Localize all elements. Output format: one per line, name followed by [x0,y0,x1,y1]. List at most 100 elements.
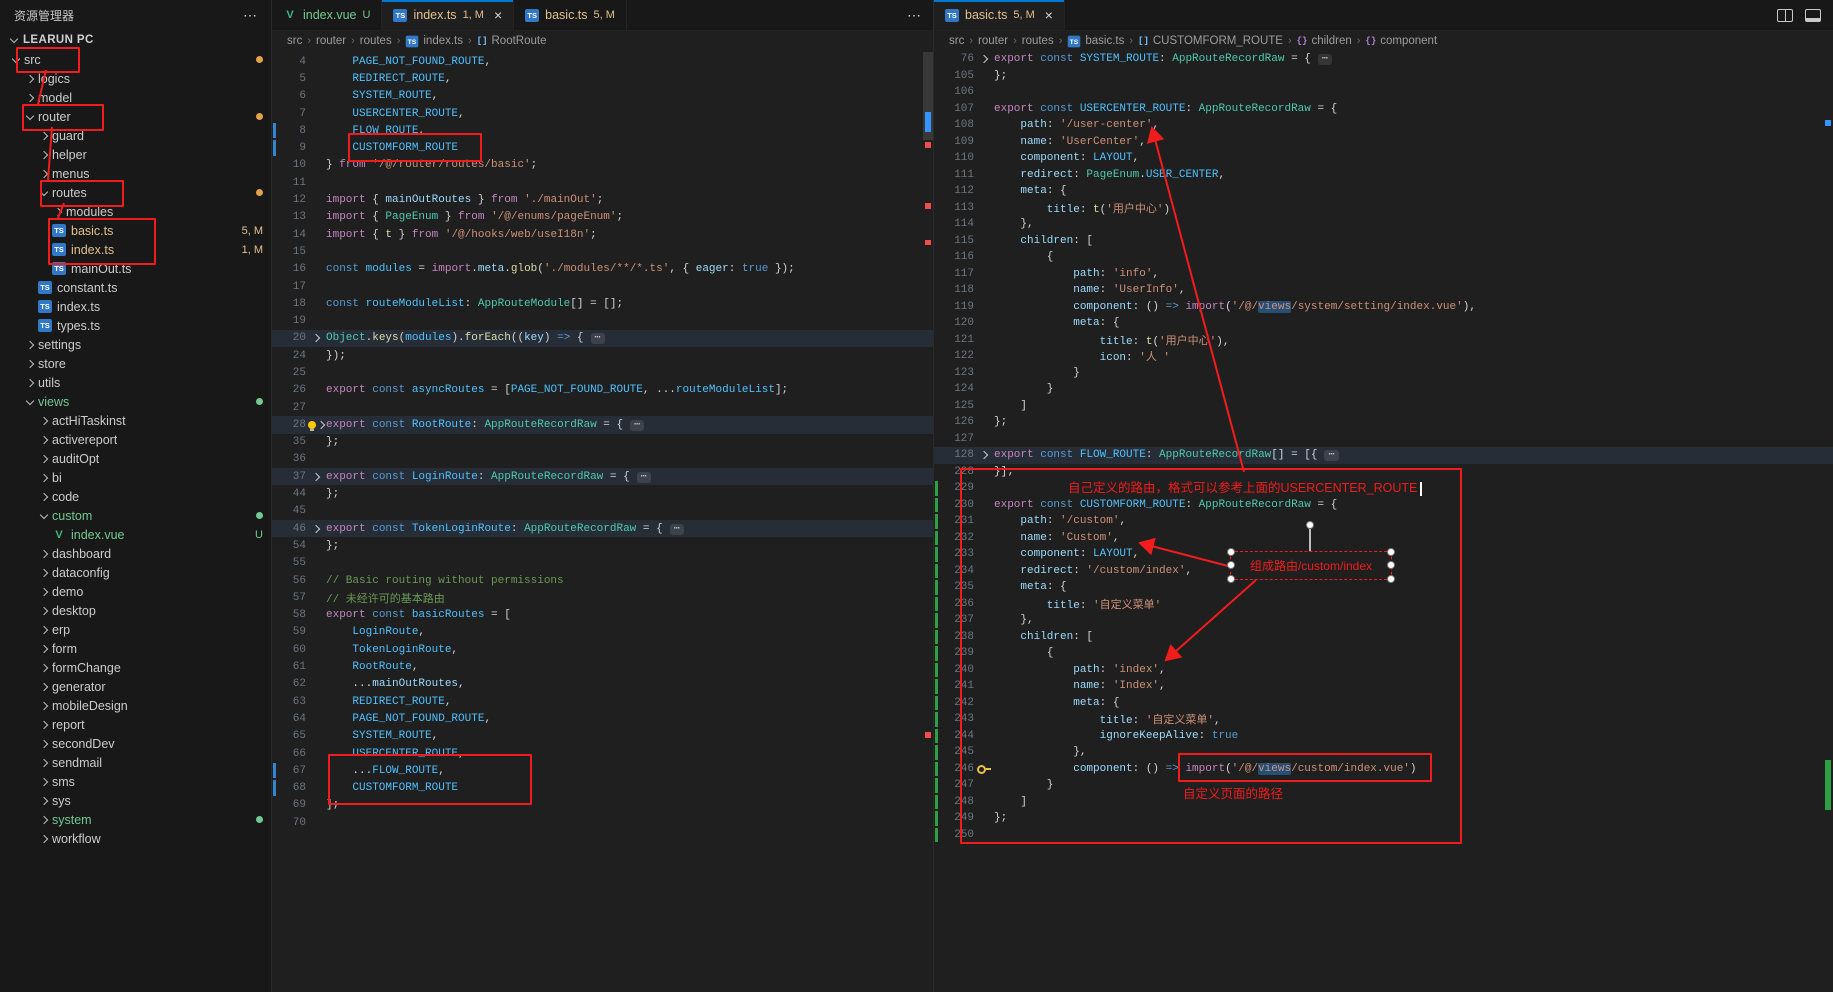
tree-item-dataconfig[interactable]: dataconfig [0,563,271,582]
code-line-45[interactable]: 45 [272,503,933,520]
code-line-124[interactable]: 124 } [934,381,1833,398]
code-line-118[interactable]: 118 name: 'UserInfo', [934,282,1833,299]
tree-item-formChange[interactable]: formChange [0,658,271,677]
breadcrumb-item-router[interactable]: router [978,35,1008,47]
code-line-46[interactable]: 46export const TokenLoginRoute: AppRoute… [272,520,933,537]
tree-item-views[interactable]: views [0,392,271,411]
code-line-65[interactable]: 65 SYSTEM_ROUTE, [272,728,933,745]
code-editor[interactable]: 4 PAGE_NOT_FOUND_ROUTE,5 REDIRECT_ROUTE,… [272,51,933,992]
code-line-20[interactable]: 20Object.keys(modules).forEach((key) => … [272,330,933,347]
folded-code-ellipsis[interactable]: ⋯ [591,333,605,344]
code-line-120[interactable]: 120 meta: { [934,315,1833,332]
fold-chevron-icon[interactable] [312,473,320,481]
tree-item-bi[interactable]: bi [0,468,271,487]
code-line-36[interactable]: 36 [272,451,933,468]
more-actions-icon[interactable]: ⋯ [243,7,257,24]
tree-item-settings[interactable]: settings [0,335,271,354]
folded-code-ellipsis[interactable]: ⋯ [1324,450,1338,461]
tree-item-code[interactable]: code [0,487,271,506]
folded-code-ellipsis[interactable]: ⋯ [1318,54,1332,65]
tree-item-activereport[interactable]: activereport [0,430,271,449]
close-icon[interactable]: × [1045,8,1053,22]
code-line-123[interactable]: 123 } [934,365,1833,382]
tree-item-logics[interactable]: logics [0,69,271,88]
code-line-70[interactable]: 70 [272,814,933,831]
code-line-126[interactable]: 126}; [934,414,1833,431]
fold-chevron-icon[interactable] [980,55,988,63]
code-line-247[interactable]: 247 } [934,777,1833,794]
fold-chevron-icon[interactable] [980,451,988,459]
code-line-6[interactable]: 6 SYSTEM_ROUTE, [272,88,933,105]
code-line-27[interactable]: 27 [272,399,933,416]
code-editor[interactable]: 76export const SYSTEM_ROUTE: AppRouteRec… [934,51,1833,992]
fold-chevron-icon[interactable] [317,421,325,429]
code-line-37[interactable]: 37export const LoginRoute: AppRouteRecor… [272,468,933,485]
tree-item-form[interactable]: form [0,639,271,658]
fold-chevron-icon[interactable] [312,334,320,342]
code-line-69[interactable]: 69]; [272,797,933,814]
key-icon[interactable] [977,764,991,773]
code-line-230[interactable]: 230export const CUSTOMFORM_ROUTE: AppRou… [934,497,1833,514]
code-line-232[interactable]: 232 name: 'Custom', [934,530,1833,547]
code-line-59[interactable]: 59 LoginRoute, [272,624,933,641]
code-line-11[interactable]: 11 [272,174,933,191]
code-line-14[interactable]: 14import { t } from '/@/hooks/web/useI18… [272,226,933,243]
code-line-233[interactable]: 233 component: LAYOUT, [934,546,1833,563]
tab-basic.ts[interactable]: TSbasic.ts5, M× [934,0,1065,30]
lightbulb-icon[interactable] [308,421,316,429]
tree-item-src[interactable]: src [0,50,271,69]
code-line-121[interactable]: 121 title: t('用户中心'), [934,332,1833,349]
code-line-35[interactable]: 35}; [272,434,933,451]
tree-item-desktop[interactable]: desktop [0,601,271,620]
tree-item-types.ts[interactable]: TStypes.ts [0,316,271,335]
tree-item-guard[interactable]: guard [0,126,271,145]
code-line-111[interactable]: 111 redirect: PageEnum.USER_CENTER, [934,167,1833,184]
code-line-76[interactable]: 76export const SYSTEM_ROUTE: AppRouteRec… [934,51,1833,68]
code-line-117[interactable]: 117 path: 'info', [934,266,1833,283]
code-line-44[interactable]: 44}; [272,485,933,502]
tree-item-generator[interactable]: generator [0,677,271,696]
tree-item-report[interactable]: report [0,715,271,734]
code-line-18[interactable]: 18const routeModuleList: AppRouteModule[… [272,295,933,312]
code-line-234[interactable]: 234 redirect: '/custom/index', [934,563,1833,580]
code-line-122[interactable]: 122 icon: '人 ' [934,348,1833,365]
tree-item-actHiTaskinst[interactable]: actHiTaskinst [0,411,271,430]
code-line-58[interactable]: 58export const basicRoutes = [ [272,607,933,624]
code-line-127[interactable]: 127 [934,431,1833,448]
code-line-115[interactable]: 115 children: [ [934,233,1833,250]
code-line-249[interactable]: 249}; [934,810,1833,827]
code-line-113[interactable]: 113 title: t('用户中心') [934,200,1833,217]
code-line-106[interactable]: 106 [934,84,1833,101]
code-line-16[interactable]: 16const modules = import.meta.glob('./mo… [272,261,933,278]
code-line-107[interactable]: 107export const USERCENTER_ROUTE: AppRou… [934,101,1833,118]
tree-item-system[interactable]: system [0,810,271,829]
code-line-5[interactable]: 5 REDIRECT_ROUTE, [272,70,933,87]
tree-item-store[interactable]: store [0,354,271,373]
code-line-248[interactable]: 248 ] [934,794,1833,811]
breadcrumb-item-component[interactable]: {}component [1365,35,1437,47]
folded-code-ellipsis[interactable]: ⋯ [670,524,684,535]
code-line-66[interactable]: 66 USERCENTER_ROUTE, [272,745,933,762]
code-line-114[interactable]: 114 }, [934,216,1833,233]
code-line-116[interactable]: 116 { [934,249,1833,266]
code-line-64[interactable]: 64 PAGE_NOT_FOUND_ROUTE, [272,710,933,727]
code-line-54[interactable]: 54}; [272,537,933,554]
code-line-250[interactable]: 250 [934,827,1833,844]
tree-item-mainOut.ts[interactable]: TSmainOut.ts [0,259,271,278]
code-line-229[interactable]: 229 [934,480,1833,497]
tree-item-demo[interactable]: demo [0,582,271,601]
tree-item-index.ts[interactable]: TSindex.ts [0,297,271,316]
code-line-10[interactable]: 10} from '/@/router/routes/basic'; [272,157,933,174]
code-line-119[interactable]: 119 component: () => import('/@/views/sy… [934,299,1833,316]
breadcrumb-item-children[interactable]: {}children [1297,35,1352,47]
code-line-237[interactable]: 237 }, [934,612,1833,629]
code-line-13[interactable]: 13import { PageEnum } from '/@/enums/pag… [272,209,933,226]
layout-icon[interactable] [1805,9,1821,22]
tab-index.vue[interactable]: Vindex.vueU [272,0,382,30]
code-line-17[interactable]: 17 [272,278,933,295]
tree-item-workflow[interactable]: workflow [0,829,271,848]
tab-basic.ts[interactable]: TSbasic.ts5, M [514,0,627,30]
code-line-105[interactable]: 105}; [934,68,1833,85]
tab-index.ts[interactable]: TSindex.ts1, M× [382,0,514,30]
tree-item-index.ts[interactable]: TSindex.ts1, M [0,240,271,259]
